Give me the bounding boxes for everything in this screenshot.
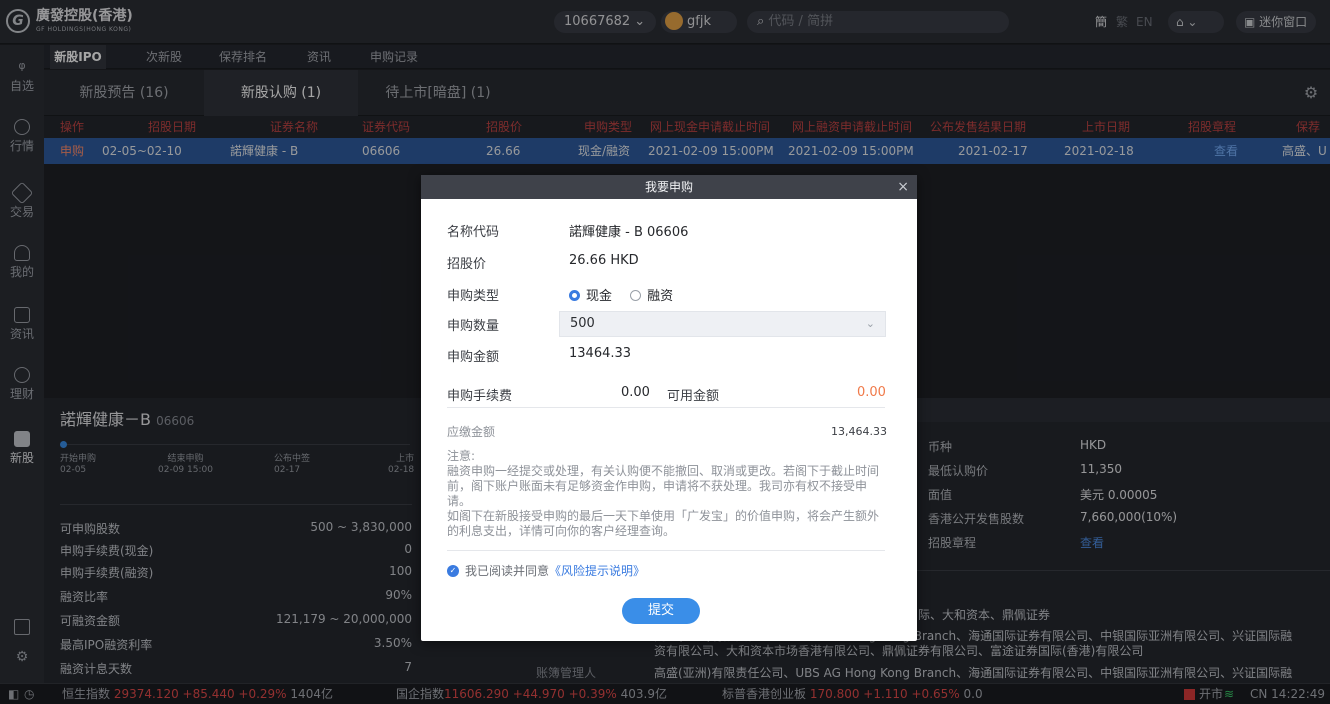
radio-cash-label: 现金 — [586, 289, 613, 304]
divider — [447, 550, 885, 551]
type-label: 申购类型 — [447, 289, 500, 304]
radio-margin[interactable]: 融资 — [630, 289, 673, 304]
radio-unchecked-icon — [630, 290, 642, 301]
risk-disclosure-link[interactable]: 《风险提示说明》 — [549, 564, 645, 578]
amount-value: 13464.33 — [569, 346, 632, 361]
name-value: 諾輝健康 - B 06606 — [569, 225, 689, 240]
quantity-select[interactable]: 500 ⌄ — [559, 311, 886, 337]
available-label: 可用金额 — [667, 389, 720, 404]
notes-title: 注意: — [447, 449, 476, 463]
agree-checkbox[interactable]: ✓ 我已阅读并同意《风险提示说明》 — [447, 562, 645, 579]
radio-checked-icon — [569, 290, 580, 301]
notes-text: 注意: 融资申购一经提交或处理，有关认购便不能撤回、取消或更改。若阁下于截止时间… — [447, 449, 887, 539]
fee-value: 0.00 — [621, 385, 650, 400]
chevron-down-icon: ⌄ — [865, 317, 875, 330]
quantity-label: 申购数量 — [447, 319, 500, 334]
submit-button[interactable]: 提交 — [622, 598, 700, 624]
amount-label: 申购金额 — [447, 350, 500, 365]
available-value: 0.00 — [857, 385, 886, 400]
checkbox-checked-icon: ✓ — [447, 564, 459, 577]
price-label: 招股价 — [447, 257, 487, 272]
subscribe-dialog: 我要申购 × 名称代码 諾輝健康 - B 06606 招股价 26.66 HKD… — [421, 175, 917, 641]
fee-label: 申购手续费 — [447, 389, 513, 404]
name-label: 名称代码 — [447, 225, 500, 240]
payable-label: 应缴金额 — [447, 425, 496, 439]
divider — [447, 407, 885, 408]
quantity-value: 500 — [570, 316, 595, 331]
close-icon[interactable]: × — [897, 175, 909, 199]
type-radio-group: 现金 融资 — [569, 285, 673, 304]
dialog-title: 我要申购 — [644, 180, 693, 194]
notes-paragraph: 融资申购一经提交或处理，有关认购便不能撤回、取消或更改。若阁下于截止时间前，阁下… — [447, 464, 880, 508]
price-value: 26.66 HKD — [569, 253, 639, 268]
payable-value: 13,464.33 — [831, 425, 887, 438]
agree-label: 我已阅读并同意 — [465, 564, 550, 578]
notes-paragraph: 如阁下在新股接受申购的最后一天下单使用「广发宝」的价值申购，将会产生额外的利息支… — [447, 509, 880, 538]
radio-cash[interactable]: 现金 — [569, 289, 612, 304]
app-window: G 廣發控股(香港) GF HOLDINGS(HONG KONG) 106676… — [0, 0, 1330, 704]
dialog-header: 我要申购 × — [421, 175, 917, 199]
radio-margin-label: 融资 — [647, 289, 674, 304]
